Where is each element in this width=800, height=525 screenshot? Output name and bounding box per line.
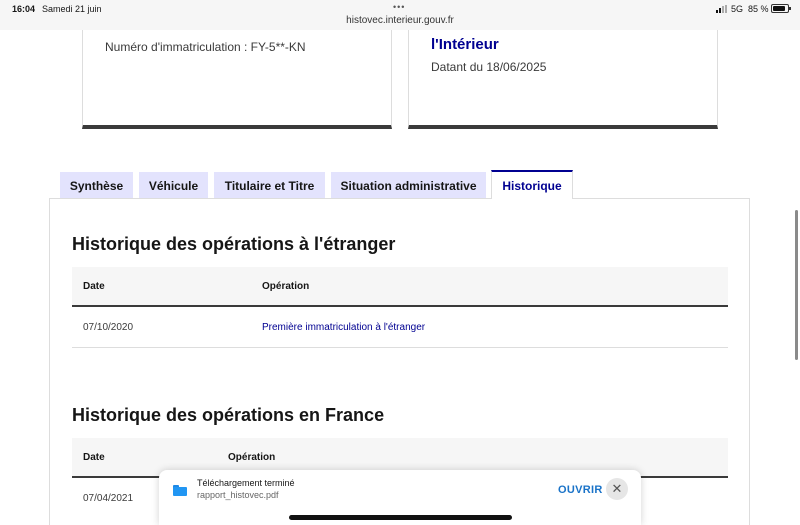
tab-titulaire[interactable]: Titulaire et Titre	[214, 172, 325, 199]
address-bar[interactable]: histovec.interieur.gouv.fr	[0, 15, 800, 26]
battery-icon	[771, 4, 791, 13]
abroad-table-header: Date Opération	[72, 267, 728, 307]
more-options-icon[interactable]: •••	[393, 2, 405, 12]
network-type: 5G	[731, 4, 744, 14]
vehicle-id-card: Numéro d'immatriculation : FY-5**-KN	[82, 30, 392, 129]
open-file-button[interactable]: OUVRIR	[558, 484, 603, 496]
data-source-title: l'Intérieur	[431, 36, 499, 53]
status-bar: 16:04 Samedi 21 juin ••• histovec.interi…	[0, 0, 800, 30]
data-date: Datant du 18/06/2025	[431, 60, 547, 74]
plate-number: Numéro d'immatriculation : FY-5**-KN	[105, 40, 306, 54]
battery-percent: 85 %	[748, 4, 769, 14]
table-row: 07/10/2020 Première immatriculation à l'…	[72, 308, 728, 348]
close-icon[interactable]: ✕	[606, 478, 628, 500]
home-indicator[interactable]	[289, 515, 512, 520]
france-col-date: Date	[83, 452, 105, 463]
folder-icon	[173, 485, 187, 496]
tab-situation-administrative[interactable]: Situation administrative	[331, 172, 486, 199]
download-status: Téléchargement terminé	[197, 478, 295, 488]
row-operation-link[interactable]: Première immatriculation à l'étranger	[262, 322, 425, 333]
row-date: 07/04/2021	[83, 493, 134, 504]
abroad-col-date: Date	[83, 281, 105, 292]
row-date: 07/10/2020	[83, 322, 134, 333]
france-col-operation: Opération	[228, 452, 276, 463]
france-history-title: Historique des opérations en France	[72, 405, 385, 425]
status-date: Samedi 21 juin	[42, 4, 102, 14]
abroad-history-title: Historique des opérations à l'étranger	[72, 234, 396, 254]
signal-icon	[716, 5, 730, 13]
abroad-col-operation: Opération	[262, 281, 310, 292]
status-time: 16:04	[12, 4, 36, 14]
tab-vehicule[interactable]: Véhicule	[139, 172, 208, 199]
page-scrollbar[interactable]	[795, 210, 798, 360]
tab-historique[interactable]: Historique	[491, 170, 573, 199]
data-source-card: l'Intérieur Datant du 18/06/2025	[408, 30, 718, 129]
download-filename: rapport_histovec.pdf	[197, 490, 279, 500]
tab-synthese[interactable]: Synthèse	[60, 172, 133, 199]
